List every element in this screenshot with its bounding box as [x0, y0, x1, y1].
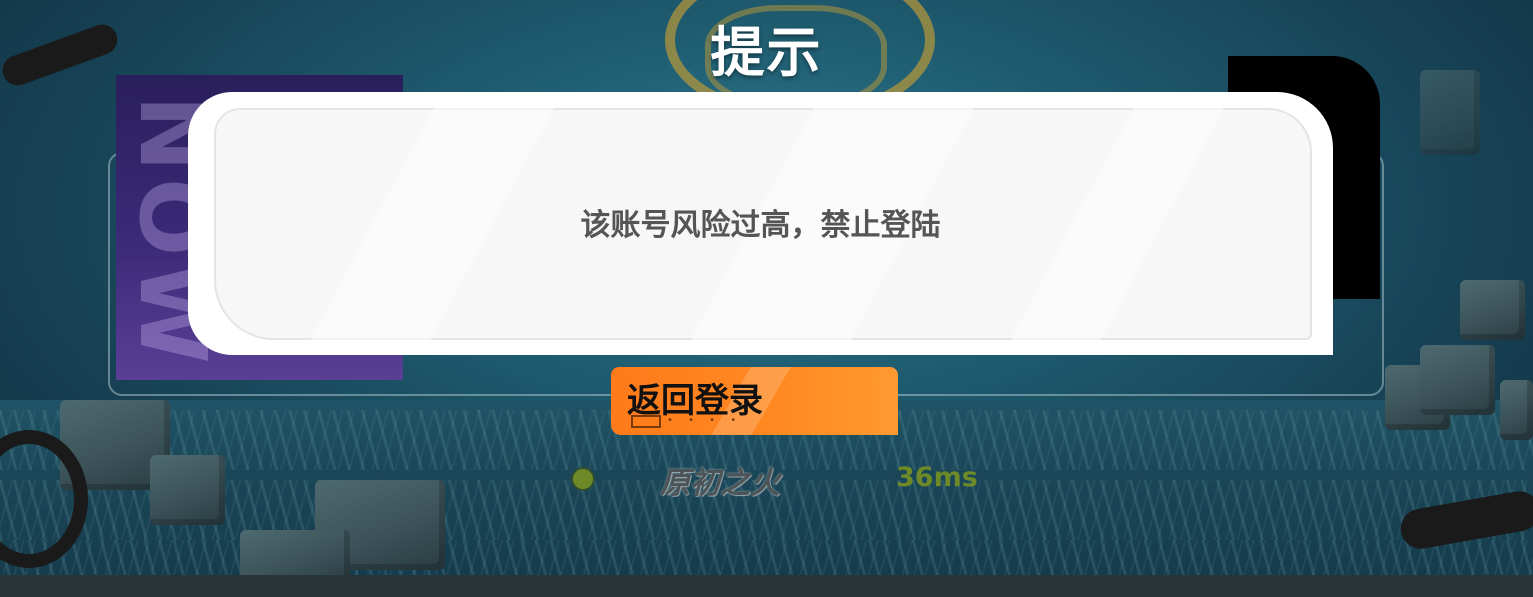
- dialog-title: 提示: [710, 21, 823, 84]
- server-ping: 36ms: [896, 462, 978, 493]
- decor-dots-icon: • • • •: [667, 415, 743, 426]
- dialog-message: 该账号风险过高，禁止登陆: [580, 208, 941, 243]
- game-screen: NOW 提示 该账号风险过高，禁止登陆 返回登录 • • • • 原初之火 36…: [0, 0, 1533, 597]
- server-status-icon: [573, 469, 593, 489]
- decor-box-icon: [631, 415, 661, 428]
- rock: [1420, 345, 1495, 415]
- bottom-bar: [0, 575, 1533, 597]
- alert-dialog: 该账号风险过高，禁止登陆: [188, 92, 1333, 355]
- rock: [1500, 380, 1533, 440]
- server-name[interactable]: 原初之火: [660, 458, 780, 502]
- return-login-button[interactable]: 返回登录 • • • •: [611, 367, 898, 435]
- rock: [1460, 280, 1525, 340]
- rock: [150, 455, 225, 525]
